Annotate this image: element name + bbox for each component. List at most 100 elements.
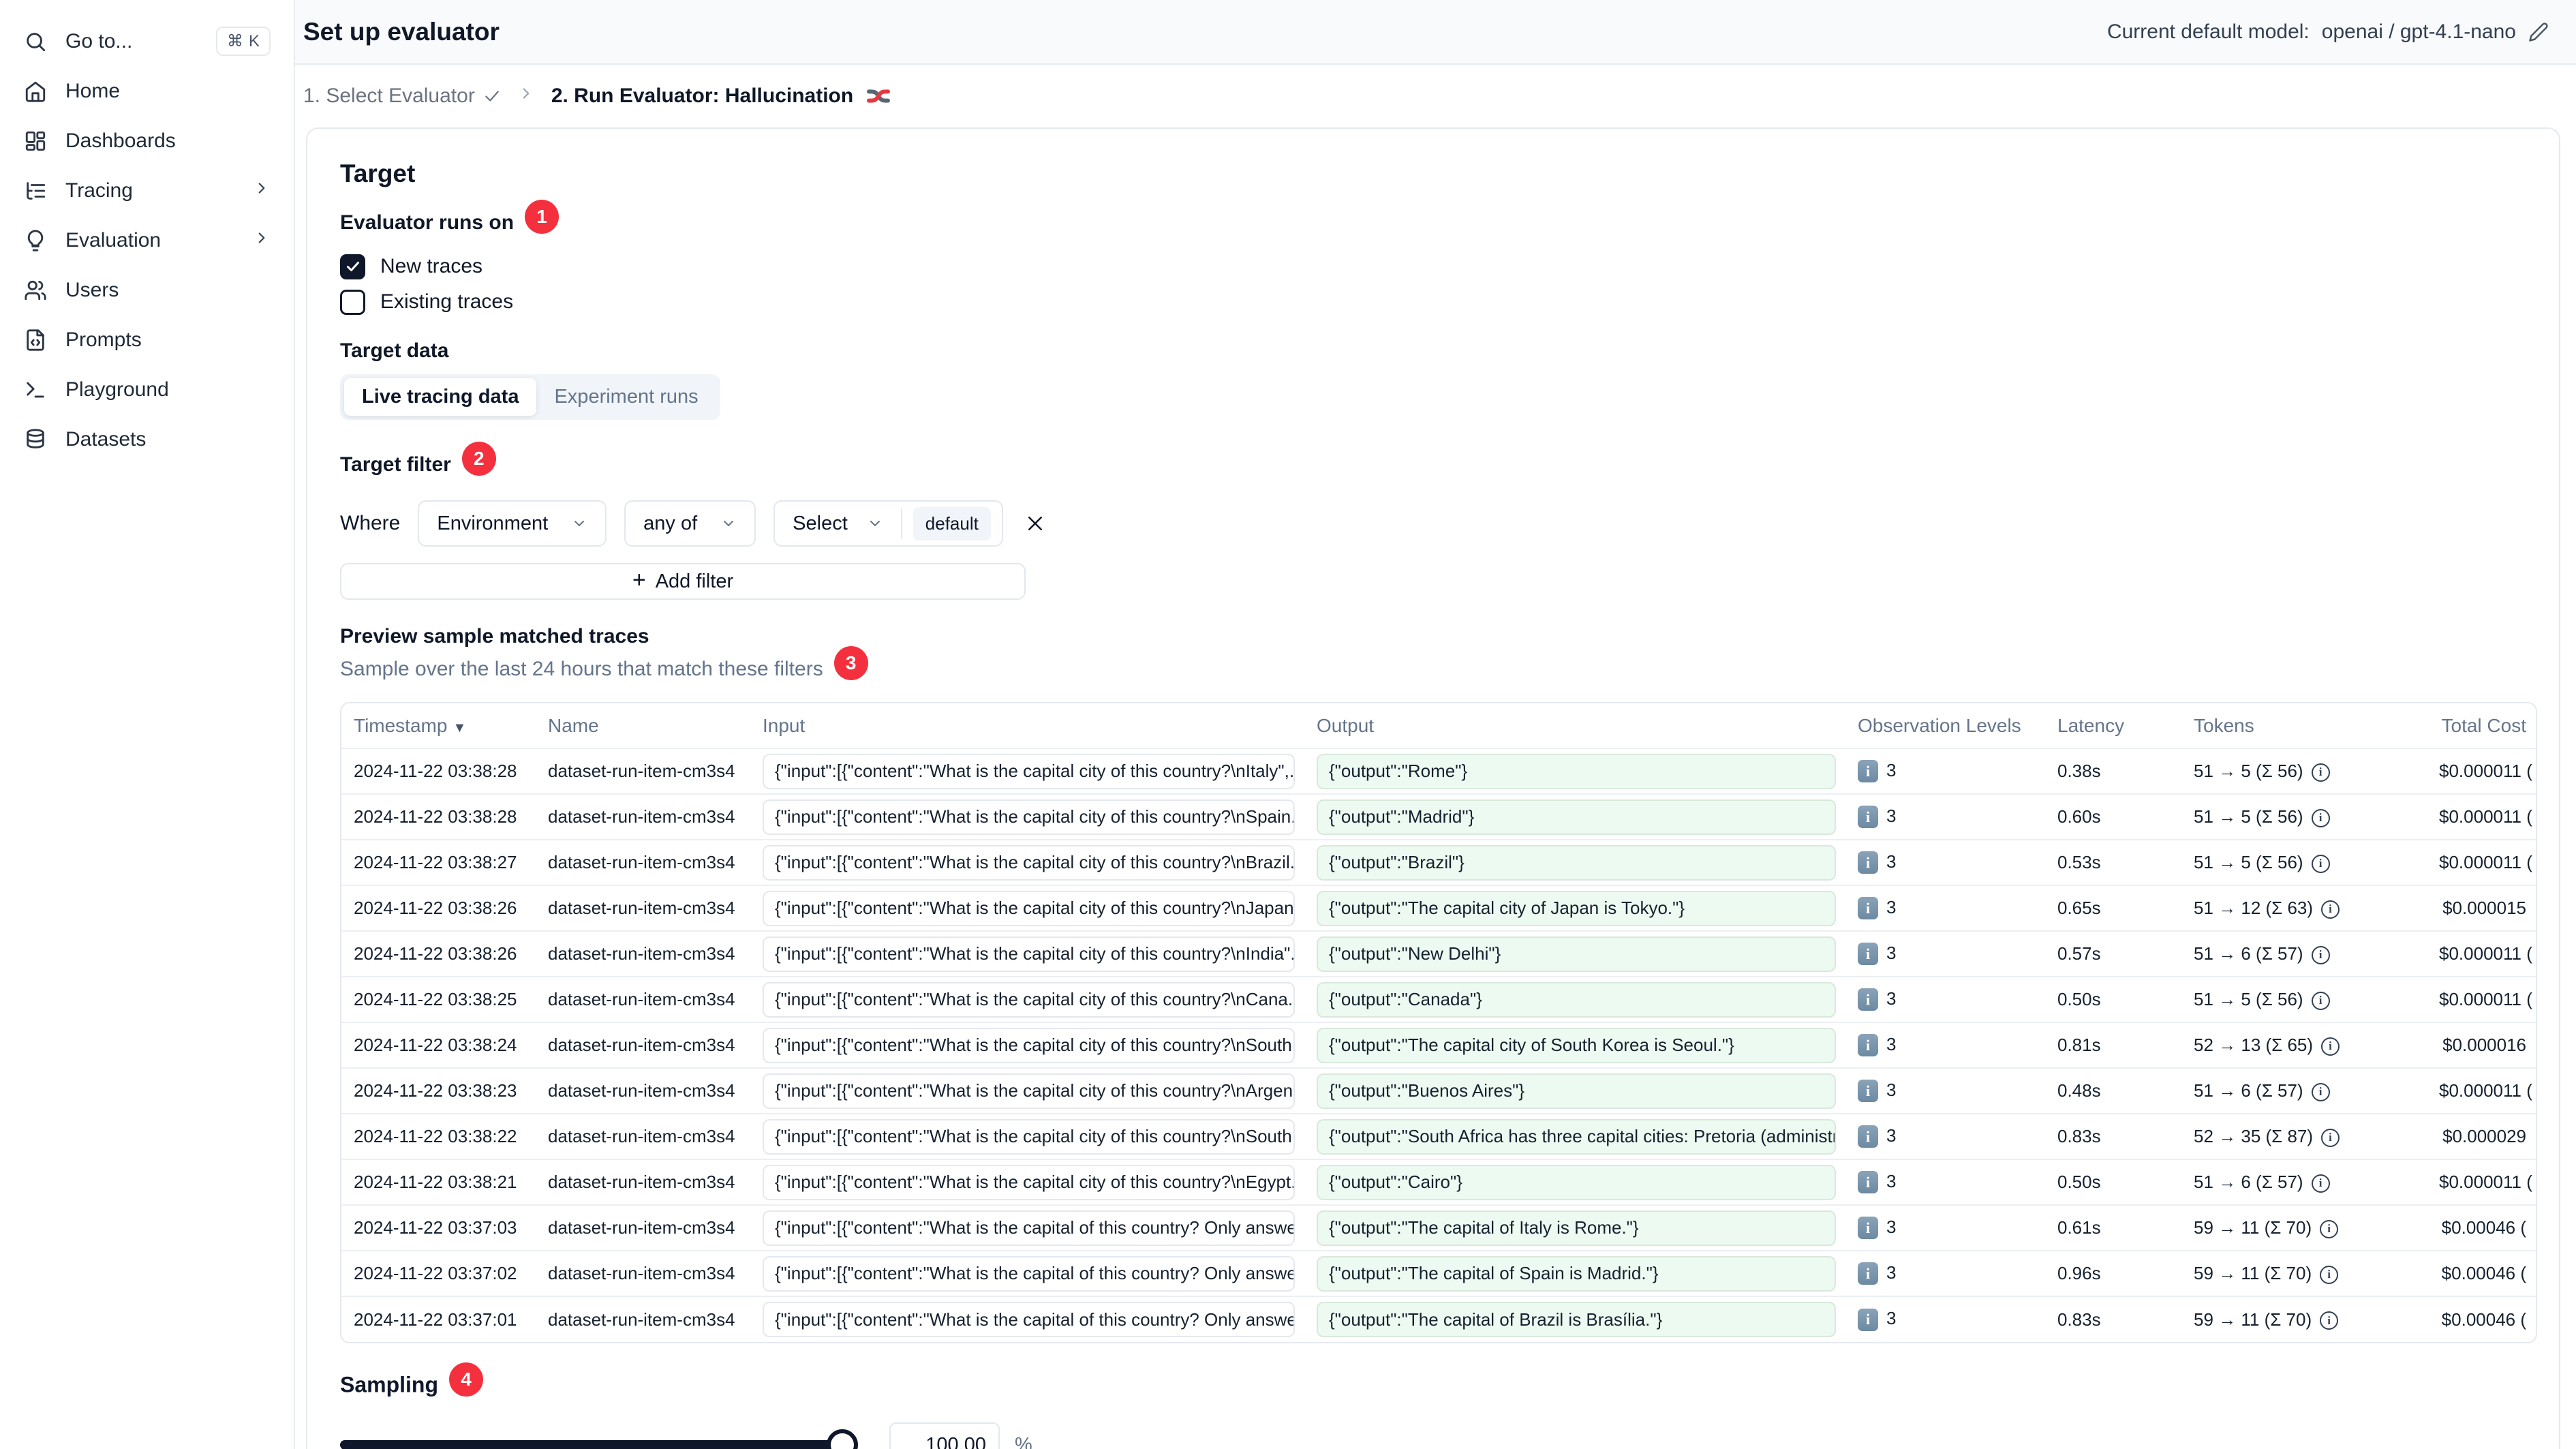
sidebar-item-label: Datasets: [65, 427, 147, 451]
trace-input-preview[interactable]: {"input":[{"content":"What is the capita…: [763, 1164, 1295, 1200]
table-row[interactable]: 2024-11-22 03:38:27 dataset-run-item-cm3…: [341, 839, 2536, 885]
table-row[interactable]: 2024-11-22 03:38:28 dataset-run-item-cm3…: [341, 748, 2536, 794]
col-obs-label: Observation Levels: [1858, 714, 2021, 736]
col-input[interactable]: Input: [750, 703, 1304, 748]
existing-traces-checkbox[interactable]: [340, 289, 365, 315]
col-observation-levels[interactable]: Observation Levels: [1845, 703, 2045, 748]
sidebar-item-datasets[interactable]: Datasets: [0, 414, 294, 464]
trace-input-preview[interactable]: {"input":[{"content":"What is the capita…: [763, 1027, 1295, 1063]
col-latency[interactable]: Latency: [2045, 703, 2181, 748]
trace-input-preview[interactable]: {"input":[{"content":"What is the capita…: [763, 936, 1295, 972]
table-row[interactable]: 2024-11-22 03:38:25 dataset-run-item-cm3…: [341, 976, 2536, 1022]
info-icon[interactable]: i: [2320, 1311, 2339, 1330]
trace-output-preview[interactable]: {"output":"The capital city of Japan is …: [1317, 890, 1836, 926]
filter-value-select[interactable]: Select default: [773, 500, 1003, 547]
table-row[interactable]: 2024-11-22 03:38:23 dataset-run-item-cm3…: [341, 1067, 2536, 1114]
sidebar-item-playground[interactable]: Playground: [0, 365, 294, 414]
trace-output-preview[interactable]: {"output":"The capital of Brazil is Bras…: [1317, 1302, 1836, 1337]
trace-input-preview[interactable]: {"input":[{"content":"What is the capita…: [763, 1302, 1295, 1337]
trace-output-preview[interactable]: {"output":"New Delhi"}: [1317, 936, 1836, 972]
col-tokens[interactable]: Tokens: [2181, 703, 2427, 748]
table-row[interactable]: 2024-11-22 03:38:26 dataset-run-item-cm3…: [341, 885, 2536, 931]
tab-live-tracing-data[interactable]: Live tracing data: [344, 378, 537, 416]
info-icon[interactable]: i: [2311, 854, 2330, 873]
search-icon: [23, 29, 48, 54]
trace-input-preview[interactable]: {"input":[{"content":"What is the capita…: [763, 981, 1295, 1018]
sidebar-item-prompts[interactable]: Prompts: [0, 315, 294, 365]
sidebar-item-evaluation[interactable]: Evaluation: [0, 215, 294, 265]
trace-input-preview[interactable]: {"input":[{"content":"What is the capita…: [763, 1073, 1295, 1109]
trace-output-preview[interactable]: {"output":"Madrid"}: [1317, 799, 1836, 835]
info-icon[interactable]: i: [2311, 763, 2330, 782]
latency-value: 0.60s: [2057, 806, 2101, 827]
sampling-slider[interactable]: [340, 1429, 858, 1449]
sampling-percent-input[interactable]: [889, 1422, 1000, 1449]
trace-output-preview[interactable]: {"output":"The capital of Spain is Madri…: [1317, 1255, 1836, 1292]
filter-column-select[interactable]: Environment: [418, 500, 607, 547]
percent-unit-label: %: [1015, 1433, 1032, 1449]
sidebar-item-tracing[interactable]: Tracing: [0, 166, 294, 215]
col-timestamp[interactable]: Timestamp ▼: [341, 703, 536, 748]
trace-output-preview[interactable]: {"output":"South Africa has three capita…: [1317, 1118, 1836, 1155]
table-row[interactable]: 2024-11-22 03:38:24 dataset-run-item-cm3…: [341, 1022, 2536, 1068]
trace-input-preview[interactable]: {"input":[{"content":"What is the capita…: [763, 1255, 1295, 1292]
token-usage: 52 → 35 (Σ 87): [2194, 1126, 2314, 1146]
info-icon[interactable]: i: [2311, 808, 2330, 827]
edit-model-icon[interactable]: [2528, 22, 2549, 42]
sidebar-item-home[interactable]: Home: [0, 66, 294, 116]
trace-input-preview[interactable]: {"input":[{"content":"What is the capita…: [763, 1118, 1295, 1155]
table-row[interactable]: 2024-11-22 03:37:01 dataset-run-item-cm3…: [341, 1296, 2536, 1342]
step-select-evaluator[interactable]: 1. Select Evaluator: [303, 85, 501, 108]
info-icon[interactable]: i: [2321, 1037, 2340, 1056]
sidebar-item-users[interactable]: Users: [0, 265, 294, 315]
table-row[interactable]: 2024-11-22 03:37:03 dataset-run-item-cm3…: [341, 1204, 2536, 1251]
tab-experiment-runs[interactable]: Experiment runs: [536, 378, 716, 416]
table-row[interactable]: 2024-11-22 03:38:22 dataset-run-item-cm3…: [341, 1113, 2536, 1159]
table-row[interactable]: 2024-11-22 03:38:26 dataset-run-item-cm3…: [341, 930, 2536, 977]
trace-name: dataset-run-item-cm3s4: [548, 761, 735, 781]
step-run-evaluator[interactable]: 2. Run Evaluator: Hallucination: [551, 82, 893, 110]
info-emoji-icon: i: [1858, 1217, 1878, 1240]
table-row[interactable]: 2024-11-22 03:38:21 dataset-run-item-cm3…: [341, 1159, 2536, 1205]
file-code-icon: [23, 328, 48, 352]
observation-level-count: 3: [1886, 805, 1897, 826]
trace-input-preview[interactable]: {"input":[{"content":"What is the capita…: [763, 799, 1295, 835]
trace-output-preview[interactable]: {"output":"Rome"}: [1317, 753, 1836, 789]
info-icon[interactable]: i: [2321, 900, 2340, 919]
runs-on-label-row: Evaluator runs on 1: [340, 200, 2539, 241]
trace-output-preview[interactable]: {"output":"Brazil"}: [1317, 844, 1836, 881]
info-icon[interactable]: i: [2311, 1082, 2330, 1101]
trace-name: dataset-run-item-cm3s4: [548, 1217, 735, 1238]
info-icon[interactable]: i: [2311, 991, 2330, 1010]
trace-input-preview[interactable]: {"input":[{"content":"What is the capita…: [763, 1210, 1295, 1246]
table-row[interactable]: 2024-11-22 03:37:02 dataset-run-item-cm3…: [341, 1250, 2536, 1296]
trace-output-preview[interactable]: {"output":"The capital city of South Kor…: [1317, 1027, 1836, 1063]
info-icon[interactable]: i: [2311, 945, 2330, 964]
info-icon[interactable]: i: [2320, 1219, 2339, 1238]
goto-search[interactable]: Go to... ⌘ K: [0, 16, 294, 66]
trace-input-preview[interactable]: {"input":[{"content":"What is the capita…: [763, 844, 1295, 881]
trace-output-preview[interactable]: {"output":"Cairo"}: [1317, 1164, 1836, 1200]
filter-operator-select[interactable]: any of: [624, 500, 756, 547]
table-row[interactable]: 2024-11-22 03:38:28 dataset-run-item-cm3…: [341, 793, 2536, 840]
remove-filter-button[interactable]: [1021, 509, 1049, 538]
col-name[interactable]: Name: [536, 703, 750, 748]
col-total-cost[interactable]: Total Cost: [2427, 703, 2536, 748]
trace-input-preview[interactable]: {"input":[{"content":"What is the capita…: [763, 753, 1295, 789]
new-traces-label: New traces: [380, 255, 483, 277]
new-traces-checkbox[interactable]: [340, 254, 365, 279]
trace-timestamp: 2024-11-22 03:38:25: [354, 989, 517, 1009]
slider-thumb[interactable]: [827, 1429, 858, 1449]
trace-input-preview[interactable]: {"input":[{"content":"What is the capita…: [763, 890, 1295, 926]
info-icon[interactable]: i: [2311, 1174, 2330, 1193]
trace-output-preview[interactable]: {"output":"The capital of Italy is Rome.…: [1317, 1210, 1836, 1246]
col-output[interactable]: Output: [1304, 703, 1845, 748]
info-icon[interactable]: i: [2320, 1265, 2339, 1284]
sidebar-item-dashboards[interactable]: Dashboards: [0, 116, 294, 166]
sidebar-item-label: Tracing: [65, 179, 133, 202]
trace-output-preview[interactable]: {"output":"Buenos Aires"}: [1317, 1073, 1836, 1109]
add-filter-button[interactable]: + Add filter: [340, 563, 1026, 600]
trace-output-preview[interactable]: {"output":"Canada"}: [1317, 981, 1836, 1018]
observation-level-count: 3: [1886, 851, 1897, 872]
info-icon[interactable]: i: [2321, 1128, 2340, 1147]
